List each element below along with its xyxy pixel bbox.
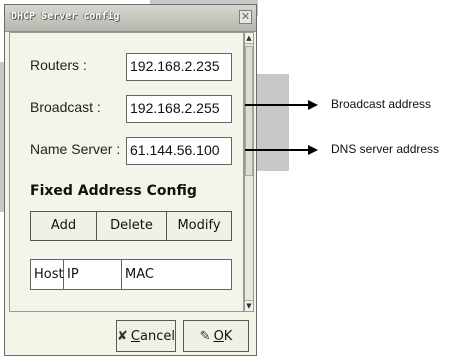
ok-button[interactable]: ✎ OK [183,320,249,352]
close-icon: ✕ [240,10,251,23]
dns-arrow-line [245,149,310,151]
column-host[interactable]: Host [31,260,64,289]
column-ip[interactable]: IP [64,260,122,289]
fixed-address-table[interactable]: Host IP MAC [30,259,232,290]
broadcast-arrow-line [245,104,310,106]
dhcp-dialog: DHCP Server config ✕ Routers : 192.168.2… [4,4,257,356]
form-panel: Routers : 192.168.2.235 Broadcast : 192.… [9,32,244,312]
background-block-right [257,74,289,171]
cancel-icon: ✘ [117,328,128,344]
fixed-address-title: Fixed Address Config [30,183,197,199]
title-bar: DHCP Server config ✕ [5,5,256,32]
name-server-field[interactable]: 61.144.56.100 [126,137,232,165]
broadcast-arrow-head [308,100,318,110]
delete-button[interactable]: Delete [97,212,167,240]
fixed-address-button-row: Add Delete Modify [30,211,232,241]
table-header: Host IP MAC [31,260,231,289]
broadcast-annotation: Broadcast address [331,97,432,111]
scroll-down-icon[interactable]: ▼ [245,300,253,311]
vertical-scrollbar[interactable]: ▲ ▼ [244,32,254,312]
dns-annotation: DNS server address [331,142,440,156]
cancel-button[interactable]: ✘ Cancel [116,320,176,352]
scroll-up-icon[interactable]: ▲ [245,33,253,44]
scrollbar-thumb[interactable] [245,46,253,176]
dialog-title: DHCP Server config [11,11,120,22]
close-button[interactable]: ✕ [239,10,252,24]
name-server-label: Name Server : [30,141,121,157]
dns-arrow-head [308,145,318,155]
ok-icon: ✎ [199,328,211,344]
broadcast-label: Broadcast : [30,99,101,115]
routers-label: Routers : [30,57,87,73]
add-button[interactable]: Add [31,212,97,240]
broadcast-field[interactable]: 192.168.2.255 [126,95,232,123]
column-mac[interactable]: MAC [122,260,231,289]
cancel-label: Cancel [130,328,175,344]
routers-field[interactable]: 192.168.2.235 [126,53,232,81]
modify-button[interactable]: Modify [167,212,231,240]
ok-label: OK [213,328,233,344]
